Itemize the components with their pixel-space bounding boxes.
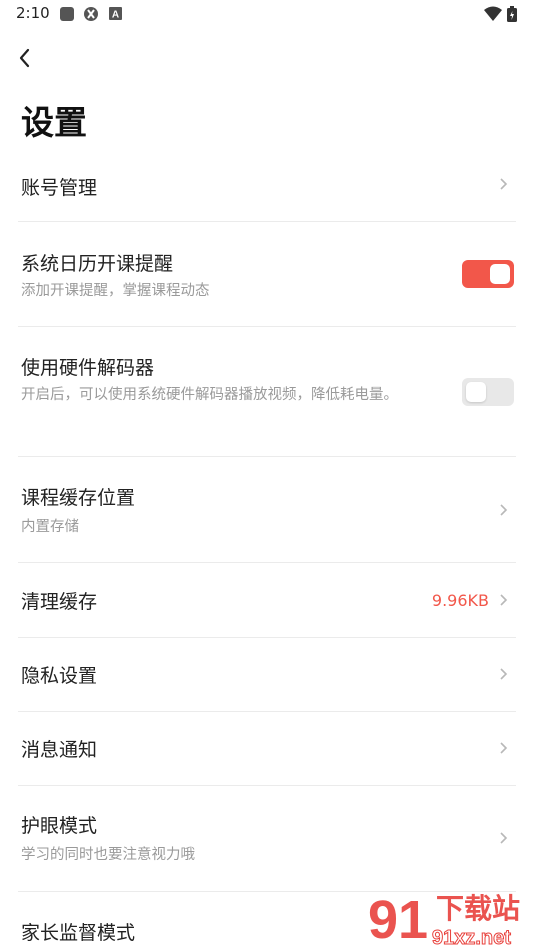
chevron-right-icon [500,594,508,606]
battery-icon [507,6,517,22]
chevron-right-icon [500,504,508,516]
row-title: 账号管理 [21,177,98,199]
page-title: 设置 [21,103,87,142]
row-title: 隐私设置 [21,665,98,687]
row-subtitle: 开启后，可以使用系统硬件解码器播放视频，降低耗电量。 [21,387,398,403]
settings-row-notifications[interactable]: 消息通知 [0,712,534,785]
calendar-reminder-toggle[interactable] [462,260,514,288]
chevron-right-icon [500,668,508,680]
chevron-right-icon [500,742,508,754]
hardware-decoder-toggle[interactable] [462,378,514,406]
a-icon: A [109,7,122,20]
svg-text:91: 91 [368,890,428,950]
row-title: 护眼模式 [21,815,98,837]
row-subtitle: 添加开课提醒，掌握课程动态 [21,283,210,299]
row-title: 清理缓存 [21,591,98,613]
site-watermark-logo: 91 下载站 91xz.net [368,890,520,950]
back-chevron-icon[interactable] [8,40,44,76]
svg-text:A: A [112,10,119,21]
status-bar: 2:10 A [0,0,534,28]
toggle-knob [466,382,486,402]
gesture-icon [84,7,98,21]
chevron-right-icon [500,178,508,190]
row-title: 使用硬件解码器 [21,357,155,379]
row-subtitle: 学习的同时也要注意视力哦 [21,847,195,863]
row-subtitle: 内置存储 [21,519,79,535]
square-icon [60,7,74,21]
settings-row-calendar-reminder: 系统日历开课提醒 添加开课提醒，掌握课程动态 [0,222,534,326]
row-title: 消息通知 [21,739,98,761]
wifi-icon [484,6,502,21]
row-title: 课程缓存位置 [21,487,136,509]
settings-row-hardware-decoder: 使用硬件解码器 开启后，可以使用系统硬件解码器播放视频，降低耗电量。 [0,327,534,456]
cache-size-value: 9.96KB [431,591,489,610]
status-time: 2:10 [16,4,50,22]
settings-row-clear-cache[interactable]: 清理缓存 9.96KB [0,563,534,637]
row-title: 家长监督模式 [21,922,136,944]
svg-text:91xz.net: 91xz.net [432,927,511,949]
settings-row-account[interactable]: 账号管理 [0,160,534,222]
chevron-right-icon [500,832,508,844]
svg-text:下载站: 下载站 [436,892,520,925]
settings-row-cache-location[interactable]: 课程缓存位置 内置存储 [0,457,534,562]
settings-row-eye-care[interactable]: 护眼模式 学习的同时也要注意视力哦 [0,786,534,891]
row-title: 系统日历开课提醒 [21,253,174,275]
settings-row-privacy[interactable]: 隐私设置 [0,638,534,711]
toggle-knob [490,264,510,284]
